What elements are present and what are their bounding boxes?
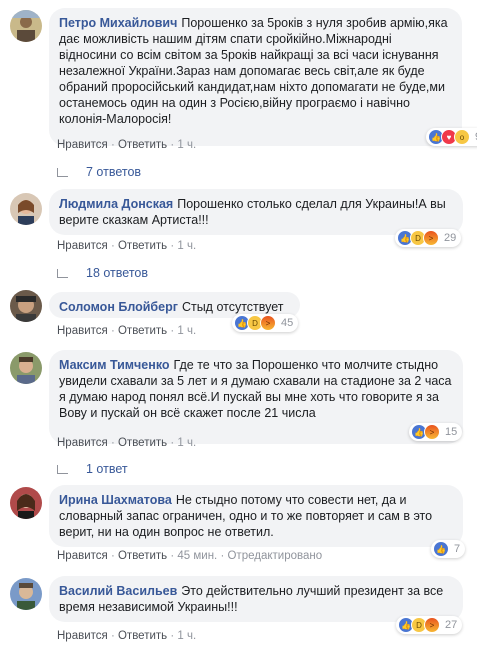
angry-reaction-icon: > xyxy=(424,424,440,440)
comment-actions: Нравится · Ответить · 1 ч. xyxy=(57,437,197,449)
view-replies-link[interactable]: 1 ответ xyxy=(57,462,128,476)
like-link[interactable]: Нравится xyxy=(57,139,108,151)
comment-bubble: Максим Тимченко Где те что за Порошенко ч… xyxy=(49,350,463,444)
comment-bubble: Ирина Шахматова Не стыдно потому что сове… xyxy=(49,485,463,547)
comment-author[interactable]: Максим Тимченко xyxy=(59,358,170,372)
reaction-count: 15 xyxy=(445,426,458,438)
reactions-summary[interactable]: 👍 > 15 xyxy=(409,423,463,441)
comment-author[interactable]: Ирина Шахматова xyxy=(59,493,172,507)
avatar[interactable] xyxy=(10,10,42,42)
reply-arrow-icon xyxy=(57,464,68,474)
avatar[interactable] xyxy=(10,193,42,225)
reply-link[interactable]: Ответить xyxy=(118,325,167,337)
comment-actions: Нравится · Ответить · 45 мин. · Отредакт… xyxy=(57,550,323,562)
reactions-summary[interactable]: 👍 D > 29 xyxy=(395,229,462,247)
reaction-count: 7 xyxy=(454,543,461,555)
avatar[interactable] xyxy=(10,290,42,322)
reply-link[interactable]: Ответить xyxy=(118,550,167,562)
timestamp[interactable]: 45 мин. xyxy=(177,550,217,562)
reply-link[interactable]: Ответить xyxy=(118,630,167,642)
reactions-summary[interactable]: 👍 7 xyxy=(431,540,466,558)
wow-reaction-icon: o xyxy=(454,129,470,145)
replies-count[interactable]: 18 ответов xyxy=(86,266,148,280)
angry-reaction-icon: > xyxy=(423,230,439,246)
avatar[interactable] xyxy=(10,352,42,384)
reactions-summary[interactable]: 👍 ♥ o 9 xyxy=(426,128,477,146)
comment-author[interactable]: Василий Васильев xyxy=(59,584,177,598)
reactions-summary[interactable]: 👍 D > 45 xyxy=(232,314,299,332)
replies-count[interactable]: 1 ответ xyxy=(86,462,128,476)
comment-actions: Нравится · Ответить · 1 ч. xyxy=(57,325,197,337)
comment-text: Стыд отсутствует xyxy=(181,300,284,314)
reaction-count: 45 xyxy=(281,317,294,329)
comment-bubble: Людмила Донская Порошенко столько сделал … xyxy=(49,189,463,235)
angry-reaction-icon: > xyxy=(424,617,440,633)
edited-label[interactable]: Отредактировано xyxy=(227,550,322,562)
reply-link[interactable]: Ответить xyxy=(118,437,167,449)
timestamp[interactable]: 1 ч. xyxy=(177,240,196,252)
replies-count[interactable]: 7 ответов xyxy=(86,165,141,179)
comment-actions: Нравится · Ответить · 1 ч. xyxy=(57,240,197,252)
timestamp[interactable]: 1 ч. xyxy=(177,437,196,449)
like-link[interactable]: Нравится xyxy=(57,630,108,642)
reaction-count: 27 xyxy=(445,619,458,631)
view-replies-link[interactable]: 18 ответов xyxy=(57,266,148,280)
timestamp[interactable]: 1 ч. xyxy=(177,325,196,337)
comment-bubble: Василий Васильев Это действительно лучший… xyxy=(49,576,463,622)
timestamp[interactable]: 1 ч. xyxy=(177,630,196,642)
comment-bubble: Петро Михайлович Порошенко за 5років з ну… xyxy=(49,8,462,146)
comment-author[interactable]: Людмила Донская xyxy=(59,197,173,211)
reaction-count: 29 xyxy=(444,232,457,244)
avatar[interactable] xyxy=(10,487,42,519)
like-link[interactable]: Нравится xyxy=(57,325,108,337)
comment-author[interactable]: Петро Михайлович xyxy=(59,16,177,30)
view-replies-link[interactable]: 7 ответов xyxy=(57,165,141,179)
avatar[interactable] xyxy=(10,578,42,610)
comment-actions: Нравится · Ответить · 1 ч. xyxy=(57,139,197,151)
like-reaction-icon: 👍 xyxy=(433,541,449,557)
reactions-summary[interactable]: 👍 D > 27 xyxy=(396,616,463,634)
comment-actions: Нравится · Ответить · 1 ч. xyxy=(57,630,197,642)
angry-reaction-icon: > xyxy=(260,315,276,331)
like-link[interactable]: Нравится xyxy=(57,550,108,562)
comment-author[interactable]: Соломон Блойберг xyxy=(59,300,178,314)
reply-arrow-icon xyxy=(57,167,68,177)
like-link[interactable]: Нравится xyxy=(57,437,108,449)
timestamp[interactable]: 1 ч. xyxy=(177,139,196,151)
reply-link[interactable]: Ответить xyxy=(118,139,167,151)
reply-link[interactable]: Ответить xyxy=(118,240,167,252)
reply-arrow-icon xyxy=(57,268,68,278)
comment-text: Порошенко за 5років з нуля зробив армію,… xyxy=(59,16,448,126)
like-link[interactable]: Нравится xyxy=(57,240,108,252)
